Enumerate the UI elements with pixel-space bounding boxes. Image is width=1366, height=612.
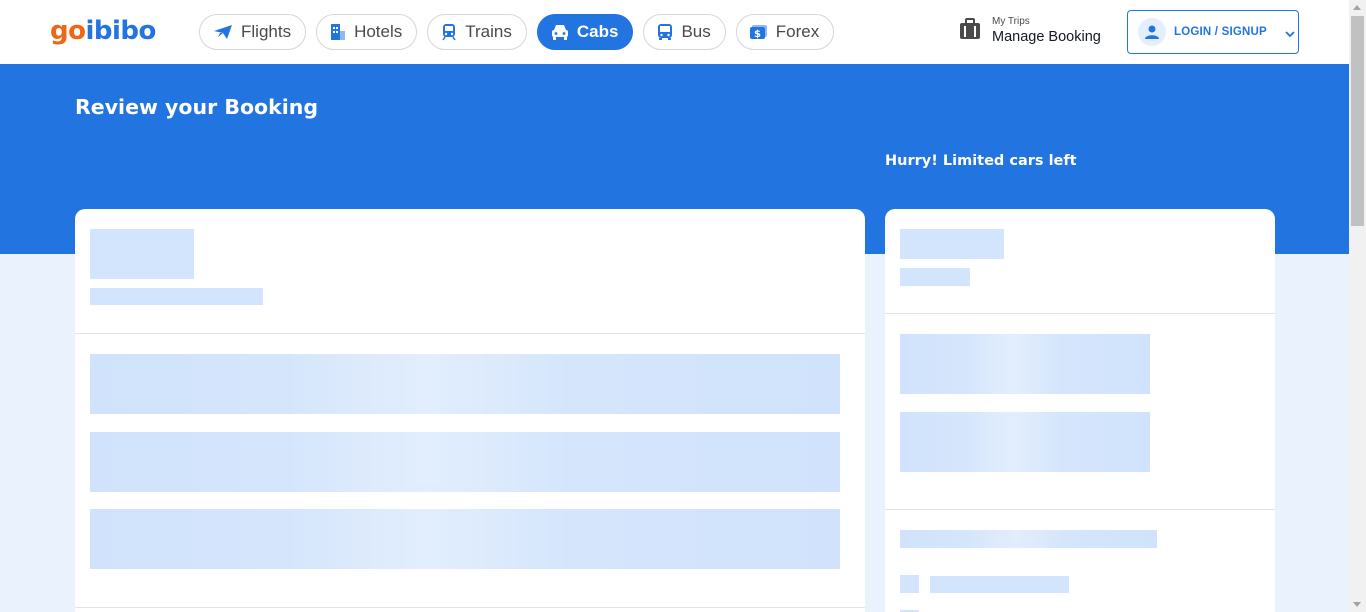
- hotel-icon: [329, 23, 347, 41]
- skeleton-block: [90, 229, 194, 279]
- skeleton-row: [900, 334, 1150, 394]
- manage-booking-label: Manage Booking: [992, 29, 1101, 45]
- logo-text-go: go: [50, 16, 86, 46]
- briefcase-icon: [958, 17, 982, 45]
- skeleton-row: [90, 354, 840, 414]
- forex-icon: $: [749, 23, 769, 41]
- user-avatar-icon: [1138, 18, 1166, 46]
- skeleton-square: [900, 575, 919, 593]
- skeleton-block: [900, 229, 1004, 259]
- scroll-down-arrow-icon[interactable]: [1353, 602, 1361, 607]
- scroll-thumb[interactable]: [1351, 16, 1364, 226]
- nav-flights-label: Flights: [241, 22, 292, 41]
- card-divider: [75, 333, 865, 334]
- login-signup-label: LOGIN / SIGNUP: [1174, 26, 1267, 38]
- nav-hotels-tab[interactable]: Hotels: [316, 14, 418, 50]
- nav-trains-label: Trains: [465, 22, 512, 41]
- manage-booking-link[interactable]: My Trips Manage Booking: [958, 16, 1101, 46]
- skeleton-row: [90, 509, 840, 569]
- top-navigation-bar: goibibo Flights Hotels Trains Cabs Bus $…: [0, 0, 1349, 64]
- page-title: Review your Booking: [75, 95, 319, 119]
- my-trips-label: My Trips: [992, 16, 1030, 27]
- card-divider: [75, 607, 865, 608]
- svg-text:$: $: [754, 29, 761, 40]
- skeleton-row: [90, 432, 840, 492]
- skeleton-line: [900, 268, 970, 286]
- nav-forex-tab[interactable]: $ Forex: [735, 14, 835, 50]
- skeleton-row: [900, 412, 1150, 472]
- page-scrollbar[interactable]: [1349, 0, 1366, 612]
- flight-icon: [212, 23, 234, 41]
- train-icon: [440, 23, 458, 41]
- skeleton-line: [90, 288, 263, 305]
- nav-forex-label: Forex: [775, 22, 820, 41]
- nav-hotels-label: Hotels: [354, 22, 403, 41]
- booking-details-card: [75, 209, 865, 612]
- skeleton-line: [930, 576, 1069, 593]
- scroll-up-arrow-icon[interactable]: [1353, 5, 1361, 10]
- nav-flights-tab[interactable]: Flights: [199, 14, 307, 50]
- fare-summary-card: [885, 209, 1275, 612]
- chevron-down-icon: [1285, 23, 1295, 42]
- login-signup-button[interactable]: LOGIN / SIGNUP: [1127, 10, 1299, 54]
- nav-bus-label: Bus: [681, 22, 711, 41]
- card-divider: [885, 509, 1275, 510]
- limited-cars-notice: Hurry! Limited cars left: [885, 153, 1077, 169]
- nav-trains-tab[interactable]: Trains: [427, 14, 527, 50]
- nav-cabs-label: Cabs: [576, 22, 619, 41]
- nav-bus-tab[interactable]: Bus: [643, 14, 726, 50]
- skeleton-line: [900, 530, 1157, 548]
- cab-icon: [550, 23, 570, 41]
- card-divider: [885, 313, 1275, 314]
- product-nav: Flights Hotels Trains Cabs Bus $ Forex: [199, 14, 835, 50]
- manage-booking-text: My Trips Manage Booking: [992, 16, 1101, 46]
- nav-cabs-tab[interactable]: Cabs: [536, 14, 634, 50]
- bus-icon: [656, 23, 674, 41]
- logo-text-ibibo: ibibo: [85, 16, 156, 46]
- goibibo-logo[interactable]: goibibo: [50, 14, 156, 48]
